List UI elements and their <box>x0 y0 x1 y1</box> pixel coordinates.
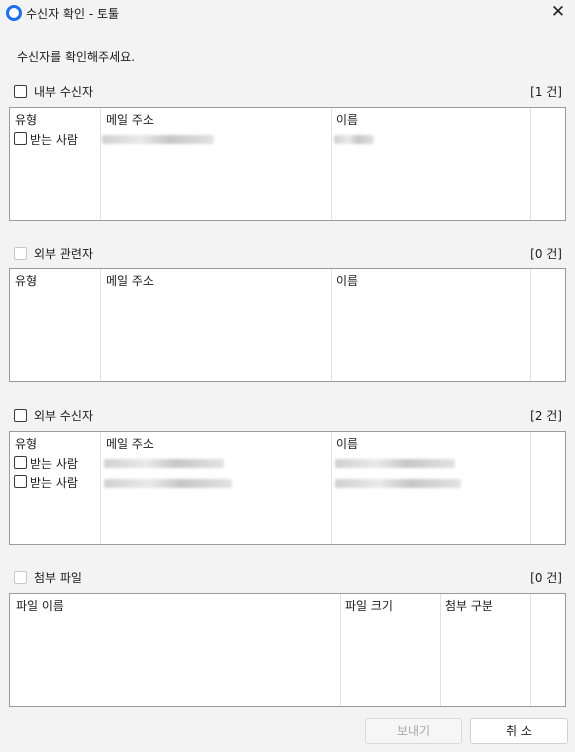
column-header-file-name: 파일 이름 <box>16 599 64 613</box>
column-header-email: 메일 주소 <box>106 113 154 127</box>
column-header-email: 메일 주소 <box>106 274 154 288</box>
send-button[interactable]: 보내기 <box>365 718 462 744</box>
column-header-type: 유형 <box>15 113 38 127</box>
recipient-type: 받는 사람 <box>30 133 78 147</box>
internal-recipients-checkbox[interactable] <box>14 85 27 98</box>
internal-recipients-table: 유형 메일 주소 이름 받는 사람 <box>9 107 566 221</box>
column-header-name: 이름 <box>336 437 359 451</box>
title-bar: 수신자 확인 - 토툴 ✕ <box>0 0 575 26</box>
window-title: 수신자 확인 - 토툴 <box>26 7 120 21</box>
column-header-attach-type: 첨부 구분 <box>445 599 493 613</box>
row-checkbox[interactable] <box>14 475 27 488</box>
internal-recipients-header: 내부 수신자 [1 건] <box>14 82 562 100</box>
row-checkbox[interactable] <box>14 132 27 145</box>
external-recipients-header: 외부 수신자 [2 건] <box>14 406 562 424</box>
instruction-text: 수신자를 확인해주세요. <box>17 50 136 64</box>
external-recipients-table: 유형 메일 주소 이름 받는 사람 받는 사람 <box>9 431 566 545</box>
attachments-checkbox[interactable] <box>14 571 27 584</box>
section-count: [1 건] <box>530 85 562 99</box>
redacted-email <box>104 459 224 468</box>
recipient-type: 받는 사람 <box>30 457 78 471</box>
column-header-file-size: 파일 크기 <box>345 599 393 613</box>
column-header-name: 이름 <box>336 274 359 288</box>
column-header-type: 유형 <box>15 437 38 451</box>
cancel-button[interactable]: 취 소 <box>470 718 568 744</box>
recipient-type: 받는 사람 <box>30 476 78 490</box>
section-title: 외부 수신자 <box>34 409 94 423</box>
attachments-table: 파일 이름 파일 크기 첨부 구분 <box>9 593 566 707</box>
close-icon[interactable]: ✕ <box>547 1 569 23</box>
column-header-type: 유형 <box>15 274 38 288</box>
row-checkbox[interactable] <box>14 456 27 469</box>
redacted-email <box>104 479 232 488</box>
section-count: [0 건] <box>530 247 562 261</box>
redacted-name <box>334 135 374 144</box>
external-party-table: 유형 메일 주소 이름 <box>9 268 566 382</box>
external-party-header: 외부 관련자 [0 건] <box>14 244 562 262</box>
app-logo-icon <box>6 5 22 21</box>
external-recipients-checkbox[interactable] <box>14 409 27 422</box>
attachments-header: 첨부 파일 [0 건] <box>14 568 562 586</box>
column-header-email: 메일 주소 <box>106 437 154 451</box>
section-count: [0 건] <box>530 571 562 585</box>
external-party-checkbox[interactable] <box>14 247 27 260</box>
redacted-email <box>102 135 214 144</box>
redacted-name <box>335 479 461 488</box>
section-title: 외부 관련자 <box>34 247 94 261</box>
section-title: 내부 수신자 <box>34 85 94 99</box>
redacted-name <box>335 459 455 468</box>
section-title: 첨부 파일 <box>34 571 82 585</box>
column-header-name: 이름 <box>336 113 359 127</box>
section-count: [2 건] <box>530 409 562 423</box>
